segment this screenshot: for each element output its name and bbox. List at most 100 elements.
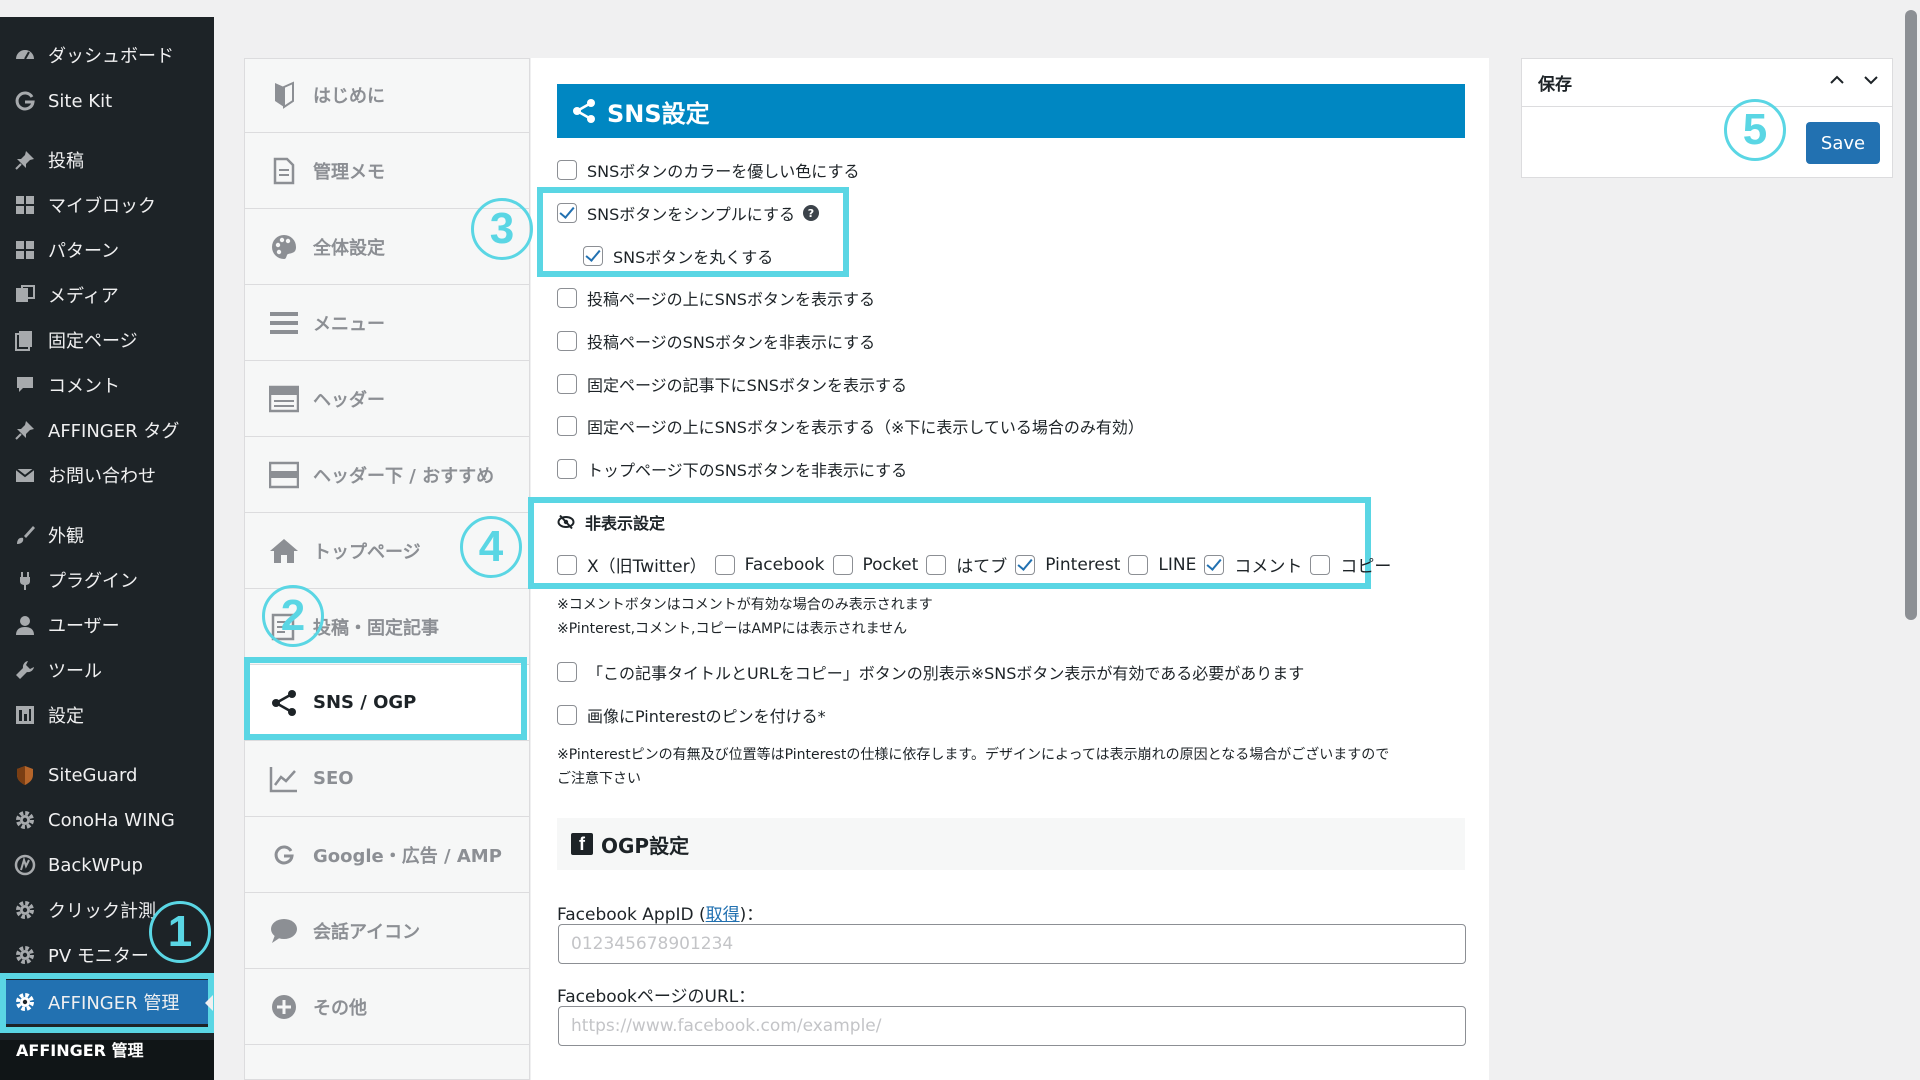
checkbox[interactable] [557,554,577,575]
checkbox[interactable] [926,554,947,575]
admin-menu-item[interactable]: 投稿 [0,138,214,182]
chevron-up-icon[interactable] [1828,71,1846,94]
share-icon [571,98,597,124]
admin-menu-item[interactable]: Site Kit [0,79,214,123]
admin-menu-item[interactable]: ダッシュボード [0,33,214,77]
settings-nav-item[interactable]: ヘッダー [245,361,529,437]
admin-menu-item[interactable]: ユーザー [0,603,214,647]
option-copy-button[interactable]: 「この記事タイトルとURLをコピー」ボタンの別表示※SNSボタン表示が有効である… [557,660,1304,684]
hidden-option-label: LINE [1158,554,1197,575]
sns-option[interactable]: トップページ下のSNSボタンを非表示にする [557,457,907,481]
checkbox[interactable] [557,416,577,436]
admin-menu-item[interactable]: ConoHa WING [0,798,214,842]
settings-nav-item[interactable]: 管理メモ [245,133,529,209]
admin-menu-label: コメント [48,376,120,397]
hidden-option[interactable]: はてブ [926,552,1007,577]
sns-option[interactable]: 固定ページの上にSNSボタンを表示する（※下に表示している場合のみ有効） [557,414,1144,438]
checkbox[interactable] [557,459,577,479]
admin-menu-item[interactable]: ツール [0,648,214,692]
hidden-option-label: Pocket [862,554,919,575]
admin-menu-label: お問い合わせ [48,466,156,487]
chevron-down-icon[interactable] [1862,71,1880,94]
settings-nav-label: 管理メモ [313,161,385,183]
admin-menu-label: BackWPup [48,854,143,876]
admin-menu-item[interactable]: コメント [0,363,214,407]
settings-nav-item[interactable]: ヘッダー下 / おすすめ [245,437,529,513]
checkbox[interactable] [557,374,577,394]
hidden-option[interactable]: Pinterest [1015,554,1120,575]
admin-menu-item[interactable]: プラグイン [0,558,214,602]
option-label: 固定ページの上にSNSボタンを表示する（※下に表示している場合のみ有効） [587,418,1144,437]
checkbox[interactable] [557,331,577,351]
hidden-option[interactable]: LINE [1128,554,1197,575]
hidden-option-label: Facebook [744,554,825,575]
active-menu-arrow [205,995,213,1011]
admin-menu-item[interactable]: マイブロック [0,183,214,227]
hidden-option[interactable]: コメント [1204,552,1302,577]
get-appid-link[interactable]: 取得 [706,905,740,925]
save-button[interactable]: Save [1806,122,1880,164]
scrollbar-thumb[interactable] [1905,10,1917,620]
checkbox[interactable] [557,662,577,682]
admin-menu-label: PV モニター [48,946,149,967]
submenu-affinger-kanri[interactable]: AFFINGER 管理 [0,1040,214,1080]
eye-slash-icon [557,514,575,530]
beginner-icon [267,78,301,112]
hidden-option[interactable]: Pocket [832,554,919,575]
settings-nav-item[interactable]: メニュー [245,285,529,361]
user-icon [12,612,38,638]
sns-option[interactable]: 投稿ページの上にSNSボタンを表示する [557,286,875,310]
palette-icon [267,230,301,264]
admin-menu-label: 投稿 [48,151,84,172]
highlight-box-3 [537,187,849,277]
admin-menu-item[interactable]: SiteGuard [0,753,214,797]
facebook-page-url-input[interactable] [558,1006,1466,1046]
checkbox[interactable] [557,160,577,180]
settings-nav-item[interactable]: その他 [245,969,529,1045]
admin-menu-item[interactable]: 外観 [0,513,214,557]
admin-menu-item[interactable]: パターン [0,228,214,272]
admin-menu-label: ダッシュボード [48,46,174,67]
checkbox[interactable] [714,554,735,575]
backup-icon [12,852,38,878]
step-badge-2: 2 [262,585,324,647]
admin-menu-item[interactable]: メディア [0,273,214,317]
option-pinterest-pin[interactable]: 画像にPinterestのピンを付ける* [557,703,826,727]
hidden-option[interactable]: X（旧Twitter） [557,552,707,577]
checkbox[interactable] [1128,554,1149,575]
blocks-icon [12,192,38,218]
admin-menu-item[interactable]: お問い合わせ [0,453,214,497]
checkbox[interactable] [1204,554,1225,575]
option-label: 投稿ページのSNSボタンを非表示にする [587,333,876,352]
sns-option[interactable]: 投稿ページのSNSボタンを非表示にする [557,329,875,353]
hidden-option[interactable]: Facebook [714,554,825,575]
checkbox[interactable] [557,705,577,725]
sns-settings-title: SNS設定 [607,99,710,128]
facebook-appid-input[interactable] [558,924,1466,964]
checkbox[interactable] [832,554,853,575]
save-box-header: 保存 [1522,59,1892,107]
sns-option[interactable]: SNSボタンのカラーを優しい色にする [557,158,859,182]
dashboard-icon [12,42,38,68]
note-comment: ※コメントボタンはコメントが有効な場合のみ表示されます [557,597,933,613]
option-label: 画像にPinterestのピンを付ける* [587,707,826,726]
sns-option[interactable]: 固定ページの記事下にSNSボタンを表示する [557,372,907,396]
settings-nav-item[interactable]: はじめに [245,57,529,133]
pin-icon [12,147,38,173]
settings-nav-item[interactable]: SEO [245,741,529,817]
option-label: 「この記事タイトルとURLをコピー」ボタンの別表示※SNSボタン表示が有効である… [587,664,1305,683]
settings-nav-item[interactable]: Google・広告 / AMP [245,817,529,893]
checkbox[interactable] [1015,554,1036,575]
checkbox[interactable] [1310,554,1331,575]
admin-menu-item[interactable]: 固定ページ [0,318,214,362]
admin-menu-item[interactable]: BackWPup [0,843,214,887]
admin-menu-item[interactable]: 設定 [0,693,214,737]
option-label: 投稿ページの上にSNSボタンを表示する [587,290,875,309]
step-badge-3: 3 [471,198,533,260]
facebook-icon: f [571,833,593,855]
settings-nav-label: 投稿・固定記事 [313,617,439,639]
settings-nav-item[interactable]: 会話アイコン [245,893,529,969]
admin-menu-item[interactable]: AFFINGER タグ [0,408,214,452]
checkbox[interactable] [557,288,577,308]
hidden-option[interactable]: コピー [1310,552,1391,577]
